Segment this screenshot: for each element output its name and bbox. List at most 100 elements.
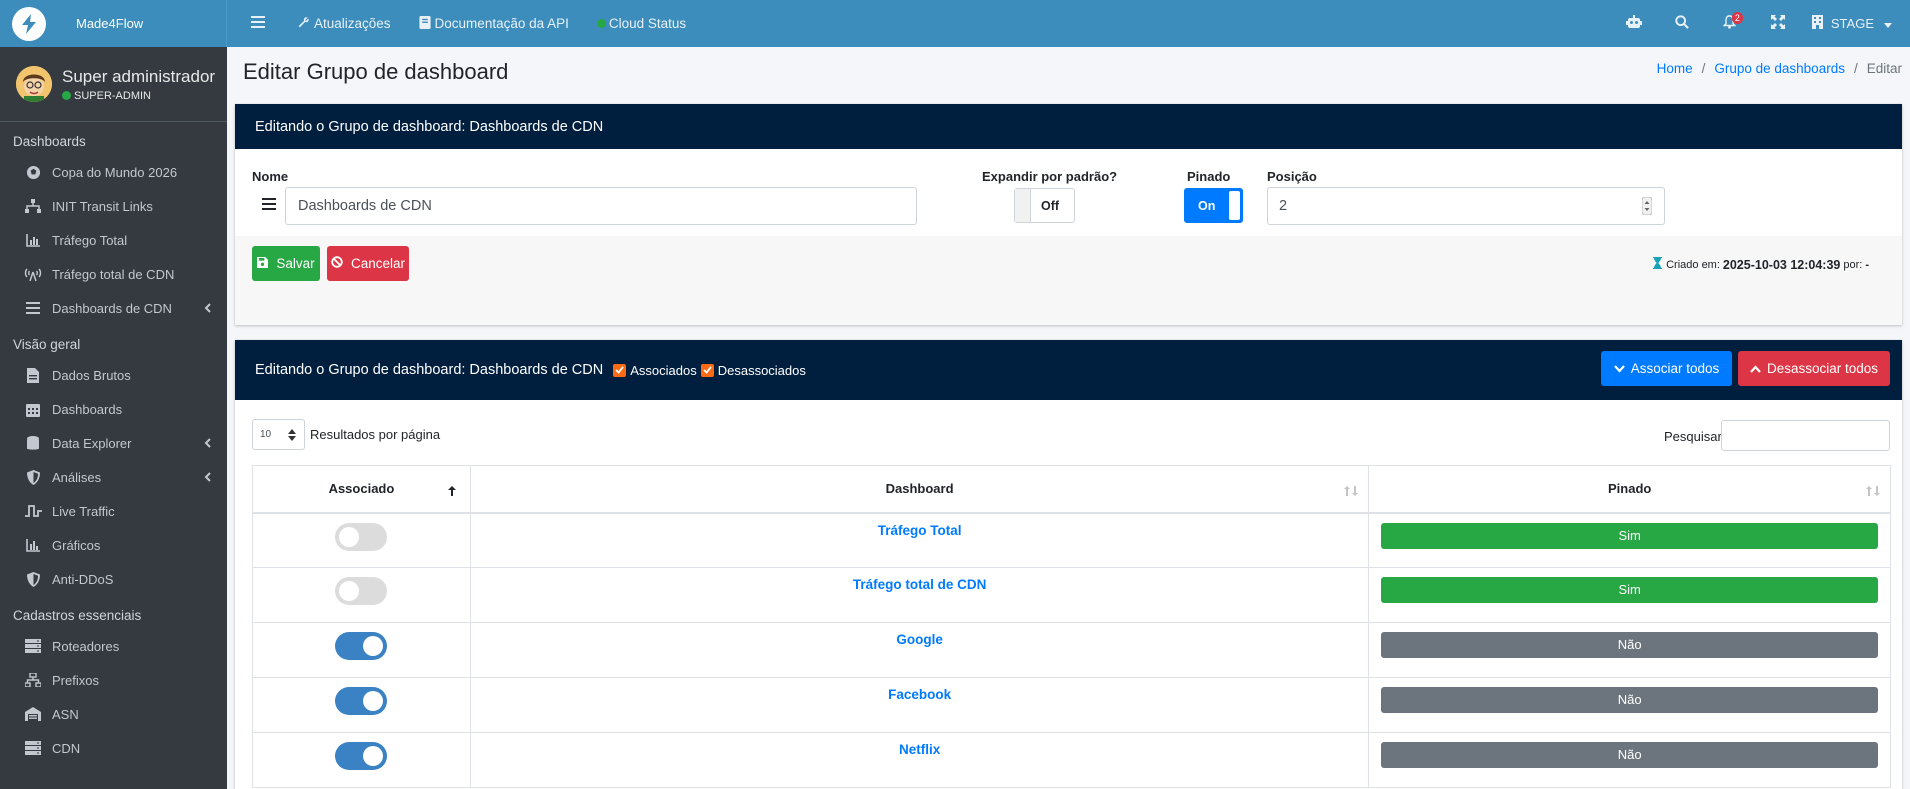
sidebar-item-live-traffic[interactable]: Live Traffic <box>0 494 227 528</box>
created-prefix: Criado em: <box>1666 258 1720 271</box>
pinado-toggle-button[interactable]: Sim <box>1381 522 1878 549</box>
switch-knob <box>339 581 360 601</box>
dashboard-link[interactable]: Tráfego Total <box>878 523 962 538</box>
associado-switch[interactable] <box>335 687 388 715</box>
sidebar-section-header: Visão geral <box>13 337 81 352</box>
nav-cloud-status[interactable]: Cloud Status <box>583 0 700 47</box>
dashboard-cell: Tráfego Total <box>469 512 1370 568</box>
pinado-toggle-button[interactable]: Não <box>1381 742 1878 768</box>
sidebar-item-cdn[interactable]: CDN <box>0 731 227 765</box>
sort-icon <box>1344 484 1359 499</box>
associado-cell <box>252 567 471 623</box>
sidebar-menu: Dashboards Copa do Mundo 2026 INIT Transit… <box>0 122 227 765</box>
desassociados-checkbox[interactable] <box>700 363 714 377</box>
breadcrumb-home[interactable]: Home <box>1657 61 1693 76</box>
sidebar-item-roteadores[interactable]: Roteadores <box>0 629 227 663</box>
dashboard-link[interactable]: Facebook <box>888 687 951 702</box>
floppy-disk-icon <box>257 256 269 271</box>
dashboard-link[interactable]: Netflix <box>899 742 940 757</box>
column-pinado-label: Pinado <box>1607 481 1652 497</box>
switch-knob <box>339 526 360 547</box>
associar-todos-label: Associar todos <box>1630 361 1720 376</box>
posicao-input[interactable]: 2 <box>1267 187 1665 225</box>
sidebar-item-prefixos[interactable]: Prefixos <box>0 663 227 697</box>
robot-button[interactable] <box>1610 0 1658 47</box>
sidebar-item-label: Live Traffic <box>52 503 115 519</box>
sidebar-toggle-button[interactable] <box>227 0 283 47</box>
page-size-select[interactable]: 10 <box>252 419 305 450</box>
desassociados-label[interactable]: Desassociados <box>718 363 806 378</box>
table-search-input[interactable] <box>1721 420 1890 451</box>
column-pinado[interactable]: Pinado <box>1368 465 1891 514</box>
dashboards-table: Associado Dashboard Pinado Tráfego Total… <box>252 465 1891 788</box>
sidebar-item-asn[interactable]: ASN <box>0 697 227 731</box>
pinado-toggle-value: On <box>1198 198 1216 213</box>
associado-switch[interactable] <box>335 577 388 605</box>
cancel-button[interactable]: Cancelar <box>327 246 409 281</box>
brand[interactable]: Made4Flow <box>0 0 227 47</box>
sidebar-item-dashboards-de-cdn[interactable]: Dashboards de CDN <box>0 291 227 325</box>
nome-input[interactable]: Dashboards de CDN <box>285 187 917 225</box>
environment-dropdown[interactable]: STAGE <box>1802 15 1892 32</box>
sidebar-item-graficos[interactable]: Gráficos <box>0 528 227 562</box>
pinado-toggle[interactable]: On <box>1184 188 1243 223</box>
created-at: 2025-10-03 12:04:39 <box>1722 257 1841 272</box>
sidebar-item-init-transit-links[interactable]: INIT Transit Links <box>0 189 227 223</box>
associado-cell <box>252 732 471 788</box>
server-icon <box>24 739 42 757</box>
expand-arrows-icon <box>1770 15 1785 32</box>
nav-atualizacoes[interactable]: Atualizações <box>283 0 405 47</box>
status-dot-icon <box>596 19 606 28</box>
associar-todos-button[interactable]: Associar todos <box>1601 351 1732 386</box>
sitemap-icon <box>24 197 42 215</box>
expandir-toggle[interactable]: Off <box>1014 188 1075 223</box>
sidebar-item-anti-ddos[interactable]: Anti-DDoS <box>0 562 227 596</box>
spinner-icon[interactable] <box>1641 196 1653 219</box>
desassociar-todos-button[interactable]: Desassociar todos <box>1738 351 1890 386</box>
created-by: - <box>1865 258 1869 271</box>
select-arrows-icon <box>288 429 296 444</box>
notification-count-badge: 2 <box>1731 12 1743 24</box>
sidebar: Super administrador SUPER-ADMIN Dashboar… <box>0 47 227 789</box>
dashboard-cell: Netflix <box>469 732 1370 788</box>
sidebar-item-label: Dashboards de CDN <box>52 300 172 316</box>
sidebar-item-label: Prefixos <box>52 672 99 688</box>
sidebar-item-label: Tráfego Total <box>52 232 128 248</box>
table-row: Netflix Não <box>252 732 1891 788</box>
user-role: SUPER-ADMIN <box>62 90 215 102</box>
sidebar-item-data-explorer[interactable]: Data Explorer <box>0 426 227 460</box>
pinado-cell: Não <box>1368 732 1891 788</box>
user-panel[interactable]: Super administrador SUPER-ADMIN <box>0 47 227 122</box>
sidebar-item-dashboards[interactable]: Dashboards <box>0 392 227 426</box>
column-dashboard-label: Dashboard <box>885 481 954 497</box>
sidebar-item-label: Dados Brutos <box>52 367 131 383</box>
sidebar-item-dados-brutos[interactable]: Dados Brutos <box>0 358 227 392</box>
sidebar-item-trafego-total-de-cdn[interactable]: Tráfego total de CDN <box>0 257 227 291</box>
column-dashboard[interactable]: Dashboard <box>469 465 1370 514</box>
dashboard-link[interactable]: Tráfego total de CDN <box>853 577 987 592</box>
associados-label[interactable]: Associados <box>630 363 696 378</box>
dashboard-link[interactable]: Google <box>896 632 943 647</box>
pinado-toggle-button[interactable]: Não <box>1381 632 1878 658</box>
drag-handle-icon[interactable] <box>262 197 276 213</box>
breadcrumb-grupo[interactable]: Grupo de dashboards <box>1714 61 1845 76</box>
notifications-button[interactable]: 2 <box>1706 0 1754 47</box>
fullscreen-button[interactable] <box>1754 0 1802 47</box>
chevron-up-icon <box>1750 361 1761 376</box>
associado-switch[interactable] <box>335 742 388 770</box>
pinado-toggle-button[interactable]: Não <box>1381 687 1878 713</box>
nav-documentacao-api[interactable]: Documentação da API <box>405 0 583 47</box>
save-button[interactable]: Salvar <box>252 246 320 281</box>
associados-checkbox[interactable] <box>613 363 627 377</box>
associado-switch[interactable] <box>335 522 388 551</box>
sidebar-item-trafego-total[interactable]: Tráfego Total <box>0 223 227 257</box>
pinado-cell: Não <box>1368 622 1891 678</box>
associado-switch[interactable] <box>335 632 388 660</box>
pinado-toggle-button[interactable]: Sim <box>1381 577 1878 603</box>
database-icon <box>24 434 42 452</box>
sidebar-item-analises[interactable]: Análises <box>0 460 227 494</box>
column-associado[interactable]: Associado <box>252 465 471 514</box>
search-button[interactable] <box>1658 0 1706 47</box>
nav-atualizacoes-label: Atualizações <box>314 16 391 31</box>
sidebar-item-copa-do-mundo-2026[interactable]: Copa do Mundo 2026 <box>0 155 227 189</box>
